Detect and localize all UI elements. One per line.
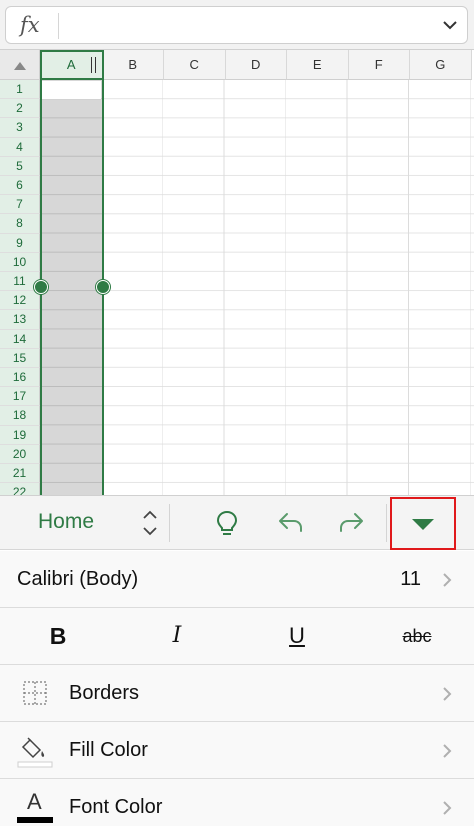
row-header-21[interactable]: 21 <box>0 464 40 484</box>
formula-box: fx <box>5 6 468 44</box>
row-header-5[interactable]: 5 <box>0 156 40 176</box>
row-header-18[interactable]: 18 <box>0 406 40 426</box>
collapse-ribbon-button[interactable] <box>390 497 456 550</box>
select-all-icon <box>14 62 26 70</box>
triangle-down-icon <box>412 519 434 530</box>
bold-button[interactable]: B <box>38 618 78 654</box>
spreadsheet-grid[interactable]: ABCDEFG 1 2 3 4 5 6 7 8 9 10 11 12 13 14 15 16 17 18 19 20 2… <box>0 50 474 495</box>
selection-handle-right[interactable] <box>96 280 110 294</box>
font-color-icon: A <box>17 789 53 823</box>
row-header-2[interactable]: 2 <box>0 99 40 119</box>
selection-handle-left[interactable] <box>34 280 48 294</box>
italic-button[interactable]: I <box>157 618 197 654</box>
row-header-7[interactable]: 7 <box>0 195 40 215</box>
row-header-8[interactable]: 8 <box>0 214 40 234</box>
column-selection-border <box>40 50 104 495</box>
column-header-f[interactable]: F <box>348 50 410 80</box>
redo-icon[interactable] <box>338 509 366 537</box>
borders-icon <box>23 681 47 705</box>
row-header-20[interactable]: 20 <box>0 444 40 464</box>
borders-row[interactable]: Borders <box>0 665 474 722</box>
chevron-right-icon <box>443 744 452 758</box>
ribbon-toolbar: Home <box>0 495 474 550</box>
row-header-3[interactable]: 3 <box>0 118 40 138</box>
formula-bar: fx <box>0 0 474 50</box>
font-color-letter: A <box>27 789 42 814</box>
undo-icon[interactable] <box>276 509 304 537</box>
select-all-corner[interactable] <box>0 50 40 80</box>
underline-button[interactable]: U <box>277 618 317 654</box>
tab-switcher-icon[interactable] <box>141 509 159 537</box>
column-header-e[interactable]: E <box>287 50 349 80</box>
row-header-4[interactable]: 4 <box>0 137 40 157</box>
toolbar-separator <box>169 504 170 542</box>
fx-label: fx <box>20 13 40 37</box>
row-header-16[interactable]: 16 <box>0 368 40 388</box>
tab-home[interactable]: Home <box>38 510 94 534</box>
fill-color-icon <box>17 737 53 768</box>
fill-color-row[interactable]: Fill Color <box>0 722 474 779</box>
column-header-d[interactable]: D <box>225 50 287 80</box>
column-header-g[interactable]: G <box>410 50 472 80</box>
borders-label: Borders <box>69 682 140 704</box>
row-header-22[interactable]: 22 <box>0 483 40 495</box>
row-header-19[interactable]: 19 <box>0 425 40 445</box>
font-name: Calibri (Body) <box>17 568 139 590</box>
row-header-13[interactable]: 13 <box>0 310 40 330</box>
chevron-right-icon <box>443 573 452 587</box>
row-header-6[interactable]: 6 <box>0 176 40 196</box>
font-color-row[interactable]: A Font Color <box>0 779 474 826</box>
row-header-12[interactable]: 12 <box>0 291 40 311</box>
row-header-1[interactable]: 1 <box>0 80 40 100</box>
chevron-right-icon <box>443 801 452 815</box>
font-color-label: Font Color <box>69 796 163 818</box>
fx-divider <box>58 13 59 39</box>
font-size: 11 <box>400 568 421 590</box>
chevron-down-icon[interactable] <box>443 19 457 31</box>
font-row[interactable]: Calibri (Body) 11 <box>0 551 474 608</box>
fill-color-label: Fill Color <box>69 739 148 761</box>
row-header-17[interactable]: 17 <box>0 387 40 407</box>
row-header-15[interactable]: 15 <box>0 348 40 368</box>
column-header-b[interactable]: B <box>102 50 164 80</box>
column-header-c[interactable]: C <box>164 50 226 80</box>
row-header-9[interactable]: 9 <box>0 233 40 253</box>
row-header-10[interactable]: 10 <box>0 252 40 272</box>
font-color-swatch <box>17 817 53 823</box>
toolbar-separator <box>386 504 387 542</box>
chevron-right-icon <box>443 687 452 701</box>
format-buttons-row: B I U abc <box>0 608 474 665</box>
lightbulb-icon[interactable] <box>213 509 241 537</box>
row-header-14[interactable]: 14 <box>0 329 40 349</box>
formula-input[interactable] <box>66 9 426 41</box>
strikethrough-button[interactable]: abc <box>393 618 441 654</box>
